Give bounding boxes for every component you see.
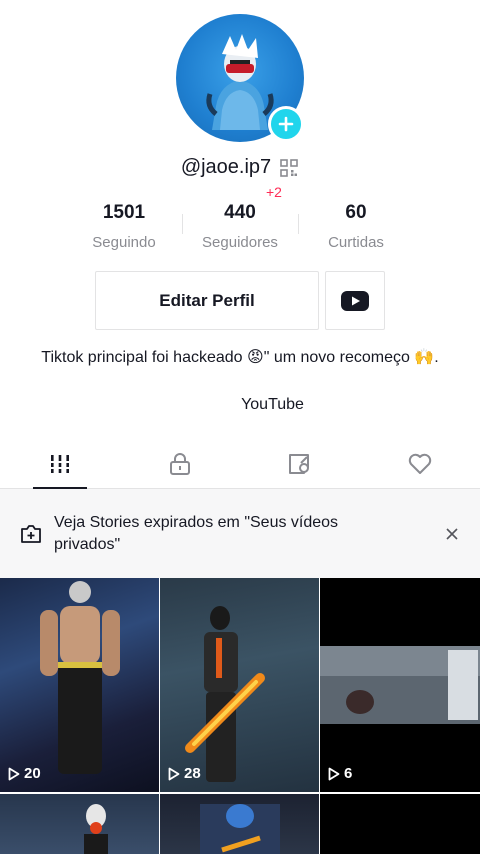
grid-icon — [49, 455, 71, 473]
close-icon — [446, 527, 458, 540]
stat-value: 60 — [345, 202, 367, 223]
thumbnail-image — [185, 606, 265, 782]
youtube-button[interactable] — [325, 271, 385, 330]
tagged-icon — [289, 454, 309, 474]
stat-value: 1501 — [102, 202, 146, 223]
camera-plus-icon — [21, 524, 41, 543]
bio-text: Tiktok principal foi hackeado 😡" um novo… — [41, 349, 439, 366]
profile-stats: 1501 Seguindo 440 Seguidores 60 Curtidas — [66, 202, 414, 251]
play-icon — [168, 767, 180, 780]
add-photo-button[interactable] — [268, 106, 304, 142]
stat-label: Curtidas — [328, 234, 384, 251]
view-count: 28 — [168, 765, 201, 782]
edit-profile-button[interactable]: Editar Perfil — [95, 271, 319, 330]
stat-value: 440 — [224, 202, 256, 223]
tab-videos[interactable] — [0, 440, 120, 489]
video-thumbnail[interactable] — [320, 794, 480, 854]
tab-private[interactable] — [120, 440, 240, 488]
tab-tagged[interactable] — [240, 440, 360, 488]
video-thumbnail[interactable] — [0, 794, 159, 854]
video-thumbnail[interactable]: 20 — [0, 578, 159, 792]
view-count: 6 — [328, 765, 352, 782]
profile-avatar-container[interactable] — [176, 14, 304, 142]
video-thumbnail[interactable] — [160, 794, 319, 854]
thumbnail-image — [84, 804, 108, 854]
heart-icon — [408, 453, 432, 474]
lock-icon — [170, 453, 190, 475]
play-icon — [8, 767, 20, 780]
view-count-value: 28 — [184, 765, 201, 782]
username: @jaoe.ip7 — [180, 156, 272, 178]
view-count-value: 6 — [344, 765, 353, 782]
bio-link[interactable]: YouTube — [0, 396, 480, 414]
view-count-value: 20 — [24, 765, 41, 782]
close-banner-button[interactable] — [442, 524, 462, 544]
view-count: 20 — [8, 765, 41, 782]
stat-likes[interactable]: 60 Curtidas — [298, 202, 414, 251]
banner-text: Veja Stories expirados em "Seus vídeos p… — [54, 513, 339, 553]
play-icon — [328, 767, 340, 780]
stat-label: Seguidores — [202, 234, 278, 251]
stat-label: Seguindo — [92, 234, 156, 251]
thumbnail-image — [320, 646, 480, 724]
youtube-icon — [341, 290, 369, 311]
qr-code-icon[interactable] — [279, 158, 299, 178]
stat-followers[interactable]: 440 Seguidores — [182, 202, 298, 251]
video-thumbnail[interactable]: 28 — [160, 578, 319, 792]
video-grid: 20 28 6 — [0, 578, 480, 854]
plus-icon — [278, 116, 294, 132]
stat-following[interactable]: 1501 Seguindo — [66, 202, 182, 251]
video-thumbnail[interactable]: 6 — [320, 578, 480, 792]
thumbnail-image — [40, 581, 120, 774]
expired-stories-banner[interactable]: Veja Stories expirados em "Seus vídeos p… — [0, 489, 480, 578]
tab-liked[interactable] — [360, 440, 480, 488]
new-followers-badge: +2 — [266, 184, 282, 200]
content-tabs — [0, 440, 480, 489]
thumbnail-image — [200, 804, 280, 854]
username-row: @jaoe.ip7 — [0, 156, 480, 179]
